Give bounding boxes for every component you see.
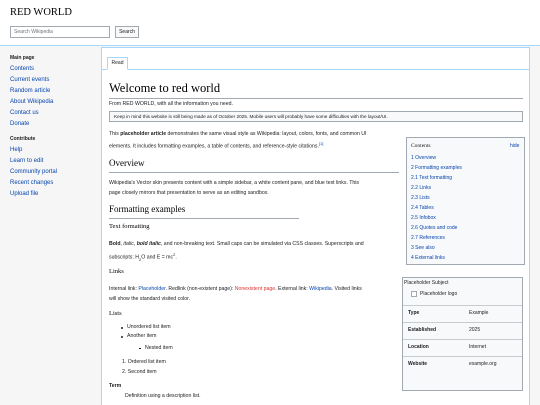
toc-item-quotes[interactable]: 2.6 Quotes and code <box>411 225 457 231</box>
sidebar-item-upload-file[interactable]: Upload file <box>10 191 38 197</box>
definition-text: Definition using a description list. <box>125 393 201 399</box>
lead-paragraph-line2: elements. It includes formatting example… <box>109 141 324 150</box>
search-button[interactable]: Search <box>115 26 139 38</box>
infobox-label: Website <box>408 361 428 367</box>
bullet <box>121 336 123 338</box>
toc-item-lists[interactable]: 2.3 Lists <box>411 195 430 201</box>
infobox-divider <box>403 356 522 357</box>
heading-lists: Lists <box>109 310 122 317</box>
infobox: Placeholder Subject Placeholder logo Typ… <box>402 277 523 391</box>
heading-links: Links <box>109 268 124 275</box>
toc-item-references[interactable]: 2.7 References <box>411 235 445 241</box>
infobox-divider <box>403 305 522 306</box>
internal-link[interactable]: Placeholder <box>138 286 165 292</box>
bullet <box>121 327 123 329</box>
infobox-logo-alt: Placeholder logo <box>420 291 458 297</box>
site-title[interactable]: RED WORLD <box>10 7 72 18</box>
infobox-value: 2025 <box>469 327 481 333</box>
heading-rule <box>109 172 399 173</box>
citation-link[interactable]: [1] <box>319 141 323 146</box>
intro-text: From RED WORLD, with all the information… <box>109 101 233 107</box>
formatting-line1: Bold, italic, bold italic, and non-break… <box>109 241 364 247</box>
sidebar-item-help[interactable]: Help <box>10 147 22 153</box>
links-line2: will show the standard visited color. <box>109 296 191 302</box>
list-item-nested: Nested item <box>145 345 173 351</box>
sidebar-item-donate[interactable]: Donate <box>10 121 29 127</box>
list-item: Another item <box>127 333 157 339</box>
sidebar-item-contact[interactable]: Contact us <box>10 110 39 116</box>
infobox-divider <box>403 339 522 340</box>
toc-hide-link[interactable]: hide <box>510 143 519 149</box>
sidebar-item-learn-to-edit[interactable]: Learn to edit <box>10 158 43 164</box>
infobox-divider <box>403 322 522 323</box>
table-of-contents: Contents hide 1 Overview 2 Formatting ex… <box>406 137 525 265</box>
toc-title: Contents <box>411 143 431 149</box>
nav-heading-main: Main page <box>10 55 35 61</box>
lead-paragraph-line1: This placeholder article demonstrates th… <box>109 131 367 137</box>
sidebar: Main page Contents Current events Random… <box>0 47 100 405</box>
ordered-list-item: 2. Second item <box>122 369 157 375</box>
title-divider <box>109 98 523 99</box>
toc-item-tables[interactable]: 2.4 Tables <box>411 205 434 211</box>
infobox-caption: Placeholder Subject <box>404 280 449 286</box>
sidebar-item-random-article[interactable]: Random article <box>10 88 50 94</box>
tab-read[interactable]: Read <box>107 57 128 70</box>
infobox-label: Location <box>408 344 429 350</box>
page-title: Welcome to red world <box>109 81 221 95</box>
external-link[interactable]: Wikipedia <box>309 286 332 292</box>
sidebar-item-current-events[interactable]: Current events <box>10 77 49 83</box>
tab-divider <box>102 69 529 70</box>
toc-item-infobox[interactable]: 2.5 Infobox <box>411 215 436 221</box>
toc-item-overview[interactable]: 1 Overview <box>411 155 436 161</box>
sidebar-item-contents[interactable]: Contents <box>10 66 34 72</box>
infobox-label: Type <box>408 310 420 316</box>
ordered-list-item: 1. Ordered list item <box>122 359 166 365</box>
lead-bold-text: placeholder article <box>120 131 167 137</box>
sidebar-item-about[interactable]: About Wikipedia <box>10 99 53 105</box>
heading-overview: Overview <box>109 158 145 168</box>
definition-term: Term <box>109 383 122 389</box>
bullet <box>139 348 141 349</box>
nav-heading-contribute: Contribute <box>10 136 36 142</box>
search-input[interactable] <box>10 26 110 38</box>
broken-image-icon <box>411 291 417 297</box>
infobox-label: Established <box>408 327 437 333</box>
toc-item-text-formatting[interactable]: 2.1 Text formatting <box>411 175 452 181</box>
infobox-website-link[interactable]: example.org <box>469 361 497 367</box>
heading-formatting: Formatting examples <box>109 204 186 214</box>
overview-line2: page closely mirrors that presentation t… <box>109 190 269 196</box>
infobox-value: Example <box>469 310 489 316</box>
overview-line1: Wikipedia's Vector skin presents content… <box>109 180 360 186</box>
toc-item-external-links[interactable]: 4 External links <box>411 255 445 261</box>
notice-box: Keep in mind this website is still being… <box>109 111 523 122</box>
links-line1: Internal link: Placeholder. Redlink (non… <box>109 286 362 292</box>
toc-item-see-also[interactable]: 3 See also <box>411 245 435 251</box>
sidebar-item-community-portal[interactable]: Community portal <box>10 169 57 175</box>
heading-rule <box>109 218 299 219</box>
heading-text-formatting: Text formatting <box>109 223 150 230</box>
site-header: RED WORLD Search <box>0 0 540 46</box>
red-link[interactable]: Nonexistent page <box>235 286 275 292</box>
toc-item-formatting[interactable]: 2 Formatting examples <box>411 165 462 171</box>
infobox-value: Internet <box>469 344 486 350</box>
sidebar-item-recent-changes[interactable]: Recent changes <box>10 180 53 186</box>
content-pane: Read Welcome to red world From RED WORLD… <box>101 47 530 405</box>
list-item: Unordered list item <box>127 324 171 330</box>
toc-item-links[interactable]: 2.2 Links <box>411 185 431 191</box>
formatting-line2: subscripts: H2O and E = mc2. <box>109 252 177 262</box>
